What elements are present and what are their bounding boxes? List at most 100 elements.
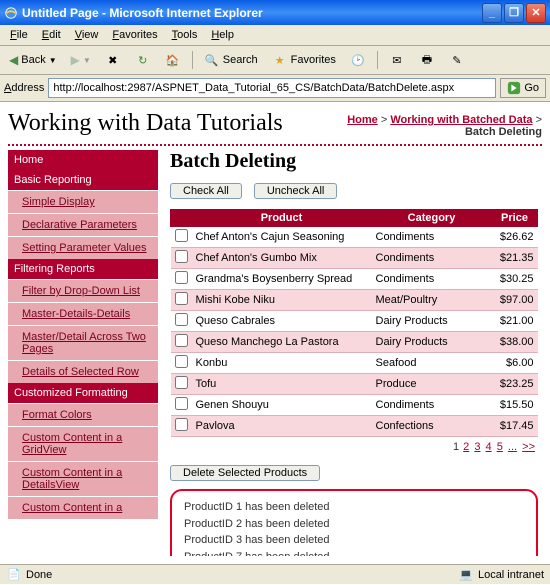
print-button[interactable]: 🖶 xyxy=(414,49,440,71)
done-icon: 📄 xyxy=(6,567,22,583)
edit-button[interactable]: ✎ xyxy=(444,49,470,71)
sidebar: HomeBasic ReportingSimple DisplayDeclara… xyxy=(8,150,158,556)
cell-price: $30.25 xyxy=(492,269,538,290)
back-button[interactable]: ◀ Back ▼ xyxy=(4,50,62,70)
cell-product: Chef Anton's Gumbo Mix xyxy=(192,248,372,269)
row-checkbox[interactable] xyxy=(175,292,188,305)
menu-file[interactable]: File xyxy=(4,27,34,43)
status-message: ProductID 7 has been deleted xyxy=(184,549,524,557)
sidebar-item[interactable]: Custom Content in a GridView xyxy=(8,426,158,461)
table-row: Queso Manchego La PastoraDairy Products$… xyxy=(171,332,538,353)
sidebar-item[interactable]: Details of Selected Row xyxy=(8,360,158,383)
back-icon: ◀ xyxy=(9,53,18,67)
home-button[interactable]: 🏠 xyxy=(160,49,186,71)
table-row: Mishi Kobe NikuMeat/Poultry$97.00 xyxy=(171,290,538,311)
uncheck-all-button[interactable]: Uncheck All xyxy=(254,183,337,199)
bc-mid[interactable]: Working with Batched Data xyxy=(390,114,532,126)
window-titlebar: Untitled Page - Microsoft Internet Explo… xyxy=(0,0,550,25)
row-checkbox[interactable] xyxy=(175,271,188,284)
favorites-button[interactable]: ★Favorites xyxy=(267,49,341,71)
sidebar-item[interactable]: Format Colors xyxy=(8,403,158,426)
table-row: Chef Anton's Cajun SeasoningCondiments$2… xyxy=(171,227,538,248)
zone-icon: 💻 xyxy=(458,567,474,583)
forward-button[interactable]: ▶▼ xyxy=(66,50,96,70)
check-all-button[interactable]: Check All xyxy=(170,183,242,199)
mail-button[interactable]: ✉ xyxy=(384,49,410,71)
pager-ellipsis[interactable]: ... xyxy=(507,441,518,453)
restore-button[interactable]: ❐ xyxy=(504,3,524,23)
cell-category: Dairy Products xyxy=(372,332,492,353)
sidebar-head[interactable]: Filtering Reports xyxy=(8,259,158,279)
address-label: Address xyxy=(4,82,44,94)
refresh-button[interactable]: ↻ xyxy=(130,49,156,71)
search-button[interactable]: 🔍Search xyxy=(199,49,263,71)
sidebar-head[interactable]: Home xyxy=(8,150,158,170)
window-title: Untitled Page - Microsoft Internet Explo… xyxy=(22,6,263,20)
bc-home[interactable]: Home xyxy=(347,114,378,126)
sidebar-item[interactable]: Master-Details-Details xyxy=(8,302,158,325)
stop-icon: ✖ xyxy=(105,52,121,68)
row-checkbox[interactable] xyxy=(175,313,188,326)
sidebar-item[interactable]: Master/Detail Across Two Pages xyxy=(8,325,158,360)
row-checkbox[interactable] xyxy=(175,334,188,347)
cell-price: $97.00 xyxy=(492,290,538,311)
minimize-button[interactable]: _ xyxy=(482,3,502,23)
home-icon: 🏠 xyxy=(165,52,181,68)
cell-category: Condiments xyxy=(372,227,492,248)
row-checkbox[interactable] xyxy=(175,376,188,389)
forward-icon: ▶ xyxy=(71,53,80,67)
row-checkbox[interactable] xyxy=(175,418,188,431)
delete-selected-button[interactable]: Delete Selected Products xyxy=(170,465,320,481)
go-button[interactable]: Go xyxy=(500,78,546,98)
pager-link[interactable]: 4 xyxy=(485,441,493,453)
menu-help[interactable]: Help xyxy=(205,27,240,43)
row-checkbox[interactable] xyxy=(175,250,188,263)
star-icon: ★ xyxy=(272,52,288,68)
column-header xyxy=(171,210,192,227)
cell-product: Genen Shouyu xyxy=(192,395,372,416)
history-icon: 🕑 xyxy=(350,52,366,68)
row-checkbox[interactable] xyxy=(175,397,188,410)
address-input[interactable] xyxy=(48,78,496,98)
menu-bar: File Edit View Favorites Tools Help xyxy=(0,25,550,46)
sidebar-head[interactable]: Basic Reporting xyxy=(8,170,158,190)
edit-icon: ✎ xyxy=(449,52,465,68)
pager-link[interactable]: 5 xyxy=(496,441,504,453)
cell-product: Tofu xyxy=(192,374,372,395)
ie-icon xyxy=(4,6,18,20)
row-checkbox[interactable] xyxy=(175,229,188,242)
close-button[interactable]: ✕ xyxy=(526,3,546,23)
sidebar-head[interactable]: Customized Formatting xyxy=(8,383,158,403)
products-grid: ProductCategoryPrice Chef Anton's Cajun … xyxy=(170,209,538,437)
cell-product: Queso Cabrales xyxy=(192,311,372,332)
sidebar-item[interactable]: Custom Content in a xyxy=(8,496,158,519)
menu-favorites[interactable]: Favorites xyxy=(106,27,163,43)
sidebar-item[interactable]: Declarative Parameters xyxy=(8,213,158,236)
cell-category: Condiments xyxy=(372,248,492,269)
cell-price: $17.45 xyxy=(492,416,538,437)
menu-tools[interactable]: Tools xyxy=(166,27,204,43)
history-button[interactable]: 🕑 xyxy=(345,49,371,71)
pager: 1 2 3 4 5 ... >> xyxy=(170,437,538,457)
pager-link[interactable]: 2 xyxy=(462,441,470,453)
sidebar-item[interactable]: Filter by Drop-Down List xyxy=(8,279,158,302)
menu-edit[interactable]: Edit xyxy=(36,27,67,43)
cell-category: Seafood xyxy=(372,353,492,374)
table-row: Chef Anton's Gumbo MixCondiments$21.35 xyxy=(171,248,538,269)
sidebar-item[interactable]: Setting Parameter Values xyxy=(8,236,158,259)
menu-view[interactable]: View xyxy=(69,27,105,43)
pager-next[interactable]: >> xyxy=(521,441,536,453)
cell-price: $26.62 xyxy=(492,227,538,248)
table-row: PavlovaConfections$17.45 xyxy=(171,416,538,437)
table-row: TofuProduce$23.25 xyxy=(171,374,538,395)
pager-link[interactable]: 3 xyxy=(473,441,481,453)
cell-product: Konbu xyxy=(192,353,372,374)
status-message: ProductID 1 has been deleted xyxy=(184,499,524,516)
column-header: Price xyxy=(492,210,538,227)
cell-price: $21.35 xyxy=(492,248,538,269)
address-bar: Address Go xyxy=(0,75,550,102)
sidebar-item[interactable]: Simple Display xyxy=(8,190,158,213)
sidebar-item[interactable]: Custom Content in a DetailsView xyxy=(8,461,158,496)
stop-button[interactable]: ✖ xyxy=(100,49,126,71)
row-checkbox[interactable] xyxy=(175,355,188,368)
